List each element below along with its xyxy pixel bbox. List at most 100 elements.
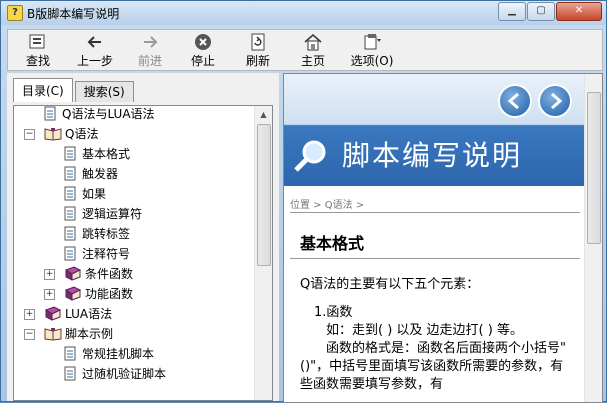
refresh-button[interactable]: 刷新 <box>232 30 284 70</box>
window-title: B版脚本编写说明 <box>27 7 120 21</box>
book-icon <box>44 306 62 321</box>
tree-item-label: 触发器 <box>82 167 119 181</box>
divider <box>290 212 580 213</box>
topic-body: Q语法的主要有以下五个元素： 1.函数 如：走到( ) 以及 边走边打( ) 等… <box>300 276 570 394</box>
tree-item[interactable]: 常规挂机脚本 <box>14 344 254 364</box>
tree-item[interactable]: − 脚本示例 <box>14 324 254 344</box>
find-label: 查找 <box>25 54 50 68</box>
tree-item-label: 如果 <box>82 187 107 201</box>
tree-scrollbar[interactable]: ▲ <box>254 106 272 400</box>
expand-icon[interactable]: + <box>44 269 55 280</box>
page-icon <box>64 186 77 201</box>
tree-item[interactable]: Q语法与LUA语法 <box>14 106 254 124</box>
page-icon <box>64 366 77 381</box>
tree-nodes: Q语法与LUA语法 − Q语法基本格式触发器如果逻辑运算符跳转标签注释符号 + 条件函数… <box>14 106 254 384</box>
content-pane: 脚本编写说明 位置 > Q语法 > 基本格式 Q语法的主要有以下五个元素： 1.… <box>283 73 603 403</box>
tree-item[interactable]: 触发器 <box>14 164 254 184</box>
content-scroll-thumb[interactable] <box>587 92 601 244</box>
help-app-icon: ? <box>7 5 23 21</box>
back-label: 上一步 <box>76 54 113 68</box>
page-icon <box>64 226 77 241</box>
tree-item[interactable]: 逻辑运算符 <box>14 204 254 224</box>
item-description: 函数的格式是：函数名后面接两个小括号"()"，中括号里面填写该函数所需要的参数，… <box>300 341 566 392</box>
page-icon <box>64 346 77 361</box>
page-icon <box>64 166 77 181</box>
close-button[interactable]: ✕ <box>556 2 602 21</box>
refresh-icon <box>248 33 268 51</box>
options-label: 选项(O) <box>350 54 394 68</box>
home-icon <box>303 33 323 51</box>
banner-title: 脚本编写说明 <box>342 139 523 172</box>
nav-tabs: 目录(C) 搜索(S) <box>13 78 136 105</box>
page-icon <box>64 146 77 161</box>
tree-item-label: 功能函数 <box>85 287 134 301</box>
tree-item-label: 逻辑运算符 <box>82 207 143 221</box>
minimize-button[interactable]: ▁ <box>498 2 526 21</box>
find-icon <box>28 33 48 51</box>
forward-arrow-icon <box>140 33 160 51</box>
tab-contents[interactable]: 目录(C) <box>13 78 73 102</box>
open-book-icon <box>44 326 62 341</box>
contents-tree: Q语法与LUA语法 − Q语法基本格式触发器如果逻辑运算符跳转标签注释符号 + 条件函数… <box>13 105 273 401</box>
tree-item[interactable]: + 条件函数 <box>14 264 254 284</box>
tree-item-label: 基本格式 <box>82 147 131 161</box>
tree-item[interactable]: 过随机验证脚本 <box>14 364 254 384</box>
page-icon <box>44 106 57 121</box>
back-arrow-icon <box>85 33 105 51</box>
close-icon: ✕ <box>574 5 584 16</box>
minimize-icon: ▁ <box>508 5 516 16</box>
tree-item-label: Q语法 <box>65 127 99 141</box>
divider <box>290 258 580 259</box>
page-icon <box>64 246 77 261</box>
item-title: 1.函数 <box>314 305 353 320</box>
book-icon <box>64 266 82 281</box>
breadcrumb: 位置 > Q语法 > <box>290 200 365 211</box>
book-icon <box>64 286 82 301</box>
tree-item-label: 脚本示例 <box>65 327 114 341</box>
tree-item[interactable]: 如果 <box>14 184 254 204</box>
collapse-icon[interactable]: − <box>24 329 35 340</box>
tree-item[interactable]: 基本格式 <box>14 144 254 164</box>
item-example: 如：走到( ) 以及 边走边打( ) 等。 <box>326 323 523 338</box>
forward-button[interactable]: 前进 <box>126 30 174 70</box>
page-title: 基本格式 <box>300 234 365 253</box>
refresh-label: 刷新 <box>245 54 270 68</box>
content-scrollbar[interactable] <box>584 74 602 402</box>
tree-item[interactable]: 跳转标签 <box>14 224 254 244</box>
maximize-button[interactable]: ▢ <box>527 2 555 21</box>
tree-item[interactable]: + 功能函数 <box>14 284 254 304</box>
tree-item[interactable]: − Q语法 <box>14 124 254 144</box>
maximize-icon: ▢ <box>536 5 546 16</box>
home-button[interactable]: 主页 <box>284 30 342 70</box>
tree-item-label: 条件函数 <box>85 267 134 281</box>
magnifier-icon <box>294 140 326 172</box>
tree-item-label: Q语法与LUA语法 <box>62 107 155 121</box>
tree-scroll-thumb[interactable] <box>257 124 271 266</box>
tree-item[interactable]: 注释符号 <box>14 244 254 264</box>
intro-text: Q语法的主要有以下五个元素： <box>300 277 480 292</box>
collapse-icon[interactable]: − <box>24 129 35 140</box>
tree-item-label: 过随机验证脚本 <box>82 367 167 381</box>
tree-item[interactable]: + LUA语法 <box>14 304 254 324</box>
expand-icon[interactable]: + <box>44 289 55 300</box>
back-button[interactable]: 上一步 <box>64 30 126 70</box>
stop-icon <box>193 33 213 51</box>
open-book-icon <box>44 126 62 141</box>
arrow-left-icon <box>507 92 519 110</box>
scroll-up-icon[interactable]: ▲ <box>255 106 272 123</box>
next-topic-button[interactable] <box>538 84 572 118</box>
forward-label: 前进 <box>137 54 162 68</box>
stop-label: 停止 <box>190 54 215 68</box>
title-bar[interactable]: ? B版脚本编写说明 ▁ ▢ ✕ <box>1 1 606 25</box>
toolbar: 查找 上一步 前进 停止 刷新 主页 选项(O) <box>7 29 603 71</box>
find-button[interactable]: 查找 <box>12 30 64 70</box>
tree-item-label: 注释符号 <box>82 247 131 261</box>
tab-search[interactable]: 搜索(S) <box>74 81 134 102</box>
options-button[interactable]: 选项(O) <box>342 30 402 70</box>
topic-banner: 脚本编写说明 <box>284 74 584 186</box>
stop-button[interactable]: 停止 <box>174 30 232 70</box>
options-icon <box>362 33 382 51</box>
prev-topic-button[interactable] <box>498 84 532 118</box>
page-icon <box>64 206 77 221</box>
expand-icon[interactable]: + <box>24 309 35 320</box>
